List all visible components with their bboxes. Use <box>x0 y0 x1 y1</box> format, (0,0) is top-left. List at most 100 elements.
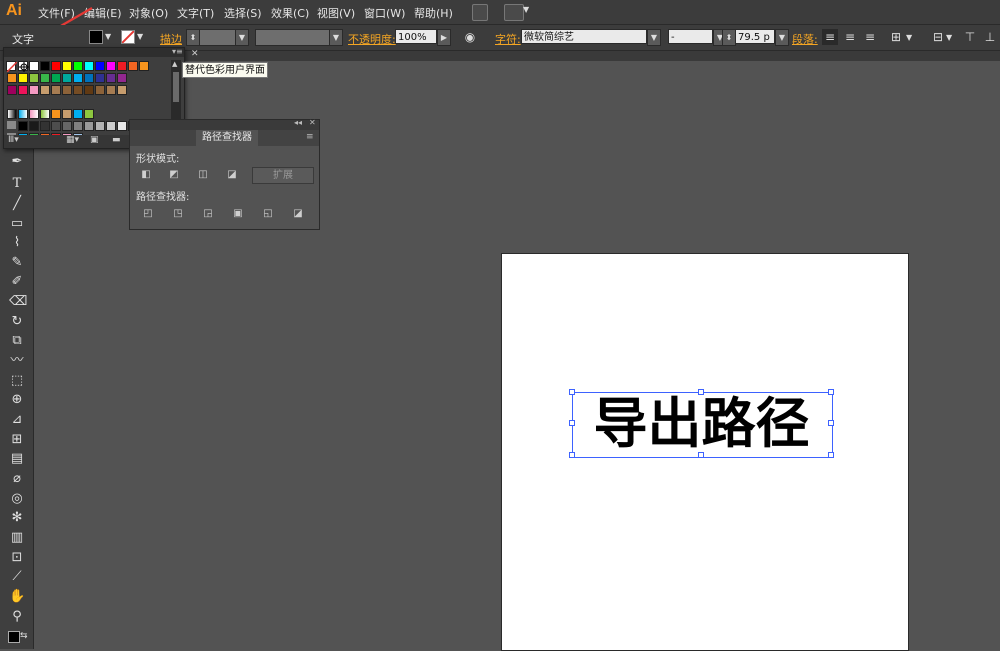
pencil-tool-icon[interactable]: ✎ <box>9 255 25 271</box>
fill-color-swatch[interactable] <box>89 30 103 44</box>
minus-back-icon[interactable]: ◪ <box>292 208 304 220</box>
close-icon[interactable]: ✕ <box>191 49 199 59</box>
expand-button[interactable]: 扩展 <box>252 167 314 184</box>
new-color-group-icon[interactable]: ▬ <box>112 135 121 145</box>
resize-handle[interactable] <box>698 452 704 458</box>
hand-tool-icon[interactable]: ✋ <box>9 589 25 605</box>
swatch[interactable] <box>51 85 61 95</box>
font-family-field[interactable]: 微软简综艺 <box>521 29 647 44</box>
swatch[interactable] <box>84 61 94 71</box>
exclude-icon[interactable]: ◪ <box>226 169 238 181</box>
swatch[interactable] <box>128 61 138 71</box>
eyedropper-tool-icon[interactable]: ⌀ <box>9 471 25 487</box>
menu-select[interactable]: 选择(S) <box>224 5 262 21</box>
swatch[interactable] <box>62 121 72 131</box>
swatch[interactable] <box>84 121 94 131</box>
show-swatch-kinds-icon[interactable]: ▦▾ <box>66 135 79 145</box>
menu-type[interactable]: 文字(T) <box>177 5 214 21</box>
swatch[interactable] <box>29 61 39 71</box>
resize-handle[interactable] <box>569 389 575 395</box>
swatch[interactable] <box>106 85 116 95</box>
color-group-folder-icon[interactable] <box>7 121 16 129</box>
mesh-tool-icon[interactable]: ⊞ <box>9 432 25 448</box>
resize-handle[interactable] <box>698 389 704 395</box>
stroke-weight-field[interactable] <box>199 29 237 46</box>
rotate-tool-icon[interactable]: ↻ <box>9 314 25 330</box>
swatch[interactable] <box>62 85 72 95</box>
chevron-down-icon[interactable]: ▼ <box>329 29 343 46</box>
free-transform-tool-icon[interactable]: ⬚ <box>9 373 25 389</box>
swatch[interactable] <box>73 121 83 131</box>
blend-tool-icon[interactable]: ◎ <box>9 491 25 507</box>
crop-icon[interactable]: ▣ <box>232 208 244 220</box>
swatch[interactable] <box>73 73 83 83</box>
swatch[interactable] <box>7 73 17 83</box>
merge-icon[interactable]: ◲ <box>202 208 214 220</box>
variable-width-profile[interactable] <box>255 29 331 46</box>
stroke-label[interactable]: 描边 <box>160 31 182 47</box>
align-center-icon[interactable]: ≡ <box>842 29 858 45</box>
swatch[interactable] <box>139 61 149 71</box>
zoom-tool-icon[interactable]: ⚲ <box>9 609 25 625</box>
swatch[interactable] <box>18 73 28 83</box>
swatch[interactable] <box>40 85 50 95</box>
line-tool-icon[interactable]: ╱ <box>9 196 25 212</box>
swatch[interactable] <box>117 61 127 71</box>
chevron-down-icon[interactable]: ▼ <box>137 32 143 41</box>
swatch-libraries-icon[interactable]: Ⅲ▾ <box>8 135 19 145</box>
swatch[interactable] <box>40 73 50 83</box>
swatch[interactable] <box>62 73 72 83</box>
divide-icon[interactable]: ◰ <box>142 208 154 220</box>
align-left-icon[interactable]: ≡ <box>822 29 838 45</box>
swatch[interactable] <box>95 73 105 83</box>
scale-tool-icon[interactable]: ⧉ <box>9 333 25 349</box>
recolor-artwork-icon[interactable]: ◉ <box>462 29 478 45</box>
swap-fill-stroke-icon[interactable]: ⇆ <box>20 631 28 641</box>
swatch[interactable] <box>40 61 50 71</box>
paragraph-label[interactable]: 段落: <box>792 31 818 47</box>
eraser-tool-icon[interactable]: ⌫ <box>9 294 27 310</box>
character-label[interactable]: 字符: <box>495 31 521 47</box>
swatch[interactable] <box>117 121 127 131</box>
tab-pathfinder[interactable]: 路径查找器 <box>196 130 258 146</box>
scroll-up-icon[interactable]: ▲ <box>172 60 177 68</box>
swatch[interactable] <box>29 73 39 83</box>
panel-menu-icon[interactable]: ▾≡ <box>172 47 183 56</box>
default-fill-stroke-icon[interactable] <box>8 631 20 643</box>
panel-menu-icon[interactable]: ≡ <box>306 132 314 142</box>
align-bottom-icon[interactable]: ⊥ <box>982 29 998 45</box>
chevron-down-icon[interactable]: ▼ <box>647 29 661 46</box>
swatch-gradient[interactable] <box>29 109 39 119</box>
swatch[interactable] <box>95 61 105 71</box>
chevron-down-icon[interactable]: ▼ <box>775 29 789 46</box>
pen-tool-icon[interactable]: ✒ <box>9 154 25 170</box>
swatch[interactable] <box>51 121 61 131</box>
menu-window[interactable]: 窗口(W) <box>364 5 405 21</box>
align-right-icon[interactable]: ≡ <box>862 29 878 45</box>
warp-tool-icon[interactable]: 〰 <box>9 353 25 369</box>
swatch-gradient[interactable] <box>18 109 28 119</box>
swatch[interactable] <box>18 85 28 95</box>
swatch-none[interactable] <box>6 61 17 72</box>
align-top-icon[interactable]: ⊤ <box>962 29 978 45</box>
type-tool-icon[interactable]: T <box>9 176 25 192</box>
swatch[interactable] <box>18 121 28 131</box>
swatch[interactable] <box>106 73 116 83</box>
opacity-field[interactable]: 100% <box>395 29 437 44</box>
font-size-field[interactable]: 79.5 p <box>735 29 775 44</box>
swatch[interactable] <box>40 121 50 131</box>
swatch[interactable] <box>95 121 105 131</box>
swatch[interactable] <box>117 85 127 95</box>
swatch[interactable] <box>29 121 39 131</box>
resize-handle[interactable] <box>569 420 575 426</box>
chevron-down-icon[interactable]: ▶ <box>437 29 451 46</box>
resize-handle[interactable] <box>828 389 834 395</box>
slice-tool-icon[interactable]: ⟋ <box>9 569 25 585</box>
artboard-tool-icon[interactable]: ⊡ <box>9 550 25 566</box>
swatch[interactable] <box>51 73 61 83</box>
shape-builder-tool-icon[interactable]: ⊕ <box>9 392 25 408</box>
swatch[interactable] <box>29 85 39 95</box>
chevron-down-icon[interactable]: ▼ <box>946 33 952 42</box>
swatch-gradient[interactable] <box>7 109 17 119</box>
chevron-down-icon[interactable]: ▼ <box>105 32 111 41</box>
